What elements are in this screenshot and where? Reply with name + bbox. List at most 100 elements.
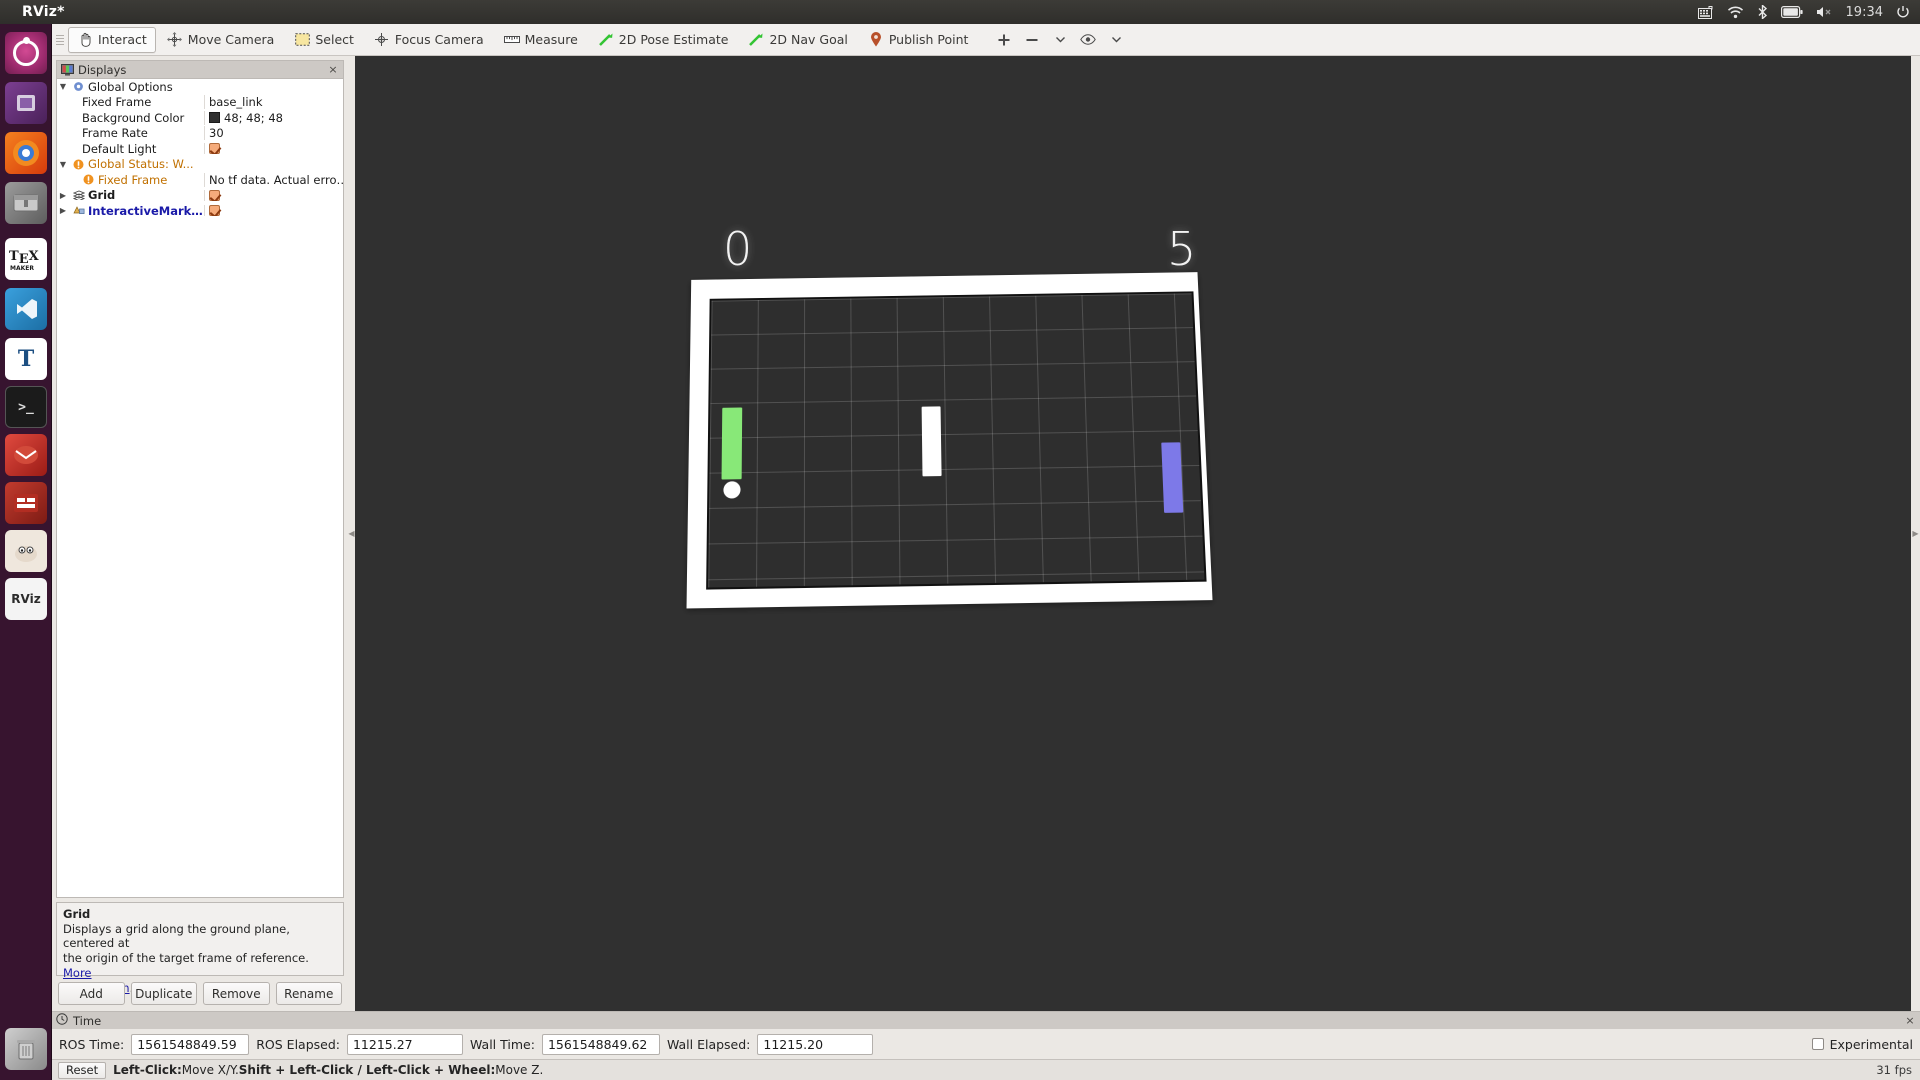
- tool-2d-pose-estimate[interactable]: 2D Pose Estimate: [589, 27, 738, 53]
- tree-value-frame-rate[interactable]: 30: [204, 126, 343, 141]
- displays-tree[interactable]: ▼ Global Options Fixed Frame base_link B…: [56, 78, 344, 898]
- checkbox-unchecked-icon[interactable]: [1811, 1038, 1824, 1050]
- tree-value-background-color[interactable]: 48; 48; 48: [204, 110, 343, 125]
- warning-icon: [82, 174, 95, 185]
- rename-display-button[interactable]: Rename: [275, 982, 342, 1005]
- tree-row[interactable]: Background Color 48; 48; 48: [57, 110, 343, 126]
- checkbox-checked-icon[interactable]: [209, 143, 220, 155]
- keyboard-icon[interactable]: [1697, 5, 1714, 19]
- displays-monitor-icon: [61, 64, 74, 76]
- experimental-toggle[interactable]: Experimental: [1811, 1037, 1913, 1052]
- tree-row[interactable]: ▶ InteractiveMark…: [57, 203, 343, 219]
- launcher-item-gimp[interactable]: [5, 530, 47, 572]
- left-panel: Displays × ▼ Global Options Fixed Frame …: [52, 56, 348, 1011]
- ros-elapsed-input[interactable]: 11215.27: [346, 1033, 463, 1055]
- tree-item-frame-rate[interactable]: Frame Rate: [57, 126, 204, 140]
- power-icon[interactable]: [1896, 5, 1910, 19]
- tool-move-camera[interactable]: Move Camera: [158, 27, 284, 53]
- tree-value-default-light[interactable]: [204, 143, 343, 155]
- tree-item-default-light[interactable]: Default Light: [57, 142, 204, 156]
- paddle-right-blue[interactable]: [1161, 442, 1184, 513]
- pong-field[interactable]: [686, 272, 1213, 609]
- bluetooth-icon[interactable]: [1757, 5, 1768, 19]
- visibility-menu[interactable]: [1103, 27, 1129, 53]
- time-panel-title: Time: [73, 1013, 102, 1028]
- remove-tool-menu[interactable]: [1047, 27, 1073, 53]
- tree-label: Background Color: [82, 110, 185, 125]
- launcher-item-red-app[interactable]: [5, 482, 47, 524]
- clock[interactable]: 19:34: [1846, 5, 1883, 20]
- launcher-item-ubuntu-dash[interactable]: [5, 32, 47, 74]
- remove-display-button[interactable]: Remove: [203, 982, 270, 1005]
- tree-item-grid[interactable]: ▶ Grid: [57, 188, 204, 202]
- description-title: Grid: [63, 907, 91, 921]
- rviz-toolbar: Interact Move Camera Select Focus Camera: [52, 24, 1920, 56]
- twisty-collapsed-icon[interactable]: ▶: [57, 206, 69, 215]
- reset-button[interactable]: Reset: [58, 1061, 107, 1079]
- remove-tool-button[interactable]: [1019, 27, 1045, 53]
- tool-move-camera-label: Move Camera: [187, 32, 275, 47]
- tree-item-background-color[interactable]: Background Color: [57, 111, 204, 125]
- hint-plain-2: Move Z.: [495, 1063, 544, 1077]
- tree-row[interactable]: Default Light: [57, 141, 343, 157]
- tree-row[interactable]: Fixed Frame base_link: [57, 95, 343, 111]
- close-icon[interactable]: ×: [1904, 1014, 1916, 1027]
- checkbox-checked-icon[interactable]: [209, 205, 220, 217]
- tool-interact[interactable]: Interact: [68, 26, 156, 53]
- launcher-item-trash[interactable]: [5, 1028, 47, 1070]
- duplicate-display-button[interactable]: Duplicate: [130, 982, 197, 1005]
- tool-select[interactable]: Select: [285, 27, 363, 53]
- panel-splitter-left[interactable]: ◀: [348, 56, 355, 1011]
- svg-text:MAKER: MAKER: [10, 265, 34, 272]
- move-camera-icon: [167, 32, 183, 48]
- tree-item-status-fixed-frame[interactable]: Fixed Frame: [57, 173, 204, 187]
- add-tool-button[interactable]: [991, 27, 1017, 53]
- twisty-expanded-icon[interactable]: ▼: [57, 160, 69, 169]
- tool-publish-point[interactable]: Publish Point: [859, 27, 978, 53]
- launcher-item-terminal[interactable]: >_: [5, 386, 47, 428]
- paddle-left-green[interactable]: [721, 407, 743, 480]
- launcher-item-firefox[interactable]: [5, 132, 47, 174]
- volume-muted-icon[interactable]: [1816, 6, 1833, 18]
- wall-time-input[interactable]: 1561548849.62: [541, 1033, 660, 1055]
- toolbar-drag-handle[interactable]: [56, 29, 64, 51]
- tool-focus-camera[interactable]: Focus Camera: [365, 27, 493, 53]
- checkbox-checked-icon[interactable]: [209, 189, 220, 201]
- ros-time-input[interactable]: 1561548849.59: [131, 1033, 250, 1055]
- tool-measure[interactable]: Measure: [495, 27, 587, 53]
- launcher-item-texmaker[interactable]: TEX MAKER: [5, 238, 47, 280]
- tree-row[interactable]: ▶ Grid: [57, 188, 343, 204]
- description-line2: the origin of the target frame of refere…: [63, 951, 309, 966]
- twisty-collapsed-icon[interactable]: ▶: [57, 191, 69, 200]
- tree-row[interactable]: Frame Rate 30: [57, 126, 343, 142]
- tree-item-fixed-frame[interactable]: Fixed Frame: [57, 95, 204, 109]
- paddle-center-white[interactable]: [921, 406, 942, 477]
- visibility-button[interactable]: [1075, 27, 1101, 53]
- tree-value-fixed-frame[interactable]: base_link: [204, 95, 343, 110]
- panel-splitter-right[interactable]: ▶: [1911, 56, 1920, 1011]
- twisty-expanded-icon[interactable]: ▼: [57, 82, 69, 91]
- tree-row[interactable]: Fixed Frame No tf data. Actual erro…: [57, 172, 343, 188]
- tree-row[interactable]: ▼ Global Status: W...: [57, 157, 343, 173]
- add-display-button[interactable]: Add: [58, 982, 125, 1005]
- tree-value-interactive-markers-enabled[interactable]: [204, 205, 343, 217]
- tree-item-global-options[interactable]: ▼ Global Options: [57, 80, 204, 94]
- launcher-item-vscode[interactable]: [5, 288, 47, 330]
- launcher-item-files[interactable]: [5, 82, 47, 124]
- tool-measure-label: Measure: [524, 32, 578, 47]
- tree-item-interactive-markers[interactable]: ▶ InteractiveMark…: [57, 204, 204, 218]
- close-icon[interactable]: ×: [327, 64, 339, 76]
- tree-item-global-status[interactable]: ▼ Global Status: W...: [57, 157, 204, 171]
- launcher-item-thunderbird[interactable]: [5, 434, 47, 476]
- wifi-icon[interactable]: [1727, 6, 1744, 19]
- rviz-3d-viewport[interactable]: 0 5: [355, 56, 1911, 1011]
- launcher-item-rviz[interactable]: RViz: [5, 578, 47, 620]
- launcher-item-texstudio[interactable]: T: [5, 338, 47, 380]
- tree-value-grid-enabled[interactable]: [204, 189, 343, 201]
- ruler-icon: [503, 32, 520, 48]
- battery-icon[interactable]: [1780, 6, 1803, 18]
- launcher-item-archive-manager[interactable]: [5, 182, 47, 224]
- wall-elapsed-input[interactable]: 11215.20: [757, 1033, 874, 1055]
- tree-row[interactable]: ▼ Global Options: [57, 79, 343, 95]
- tool-2d-nav-goal[interactable]: 2D Nav Goal: [739, 27, 856, 53]
